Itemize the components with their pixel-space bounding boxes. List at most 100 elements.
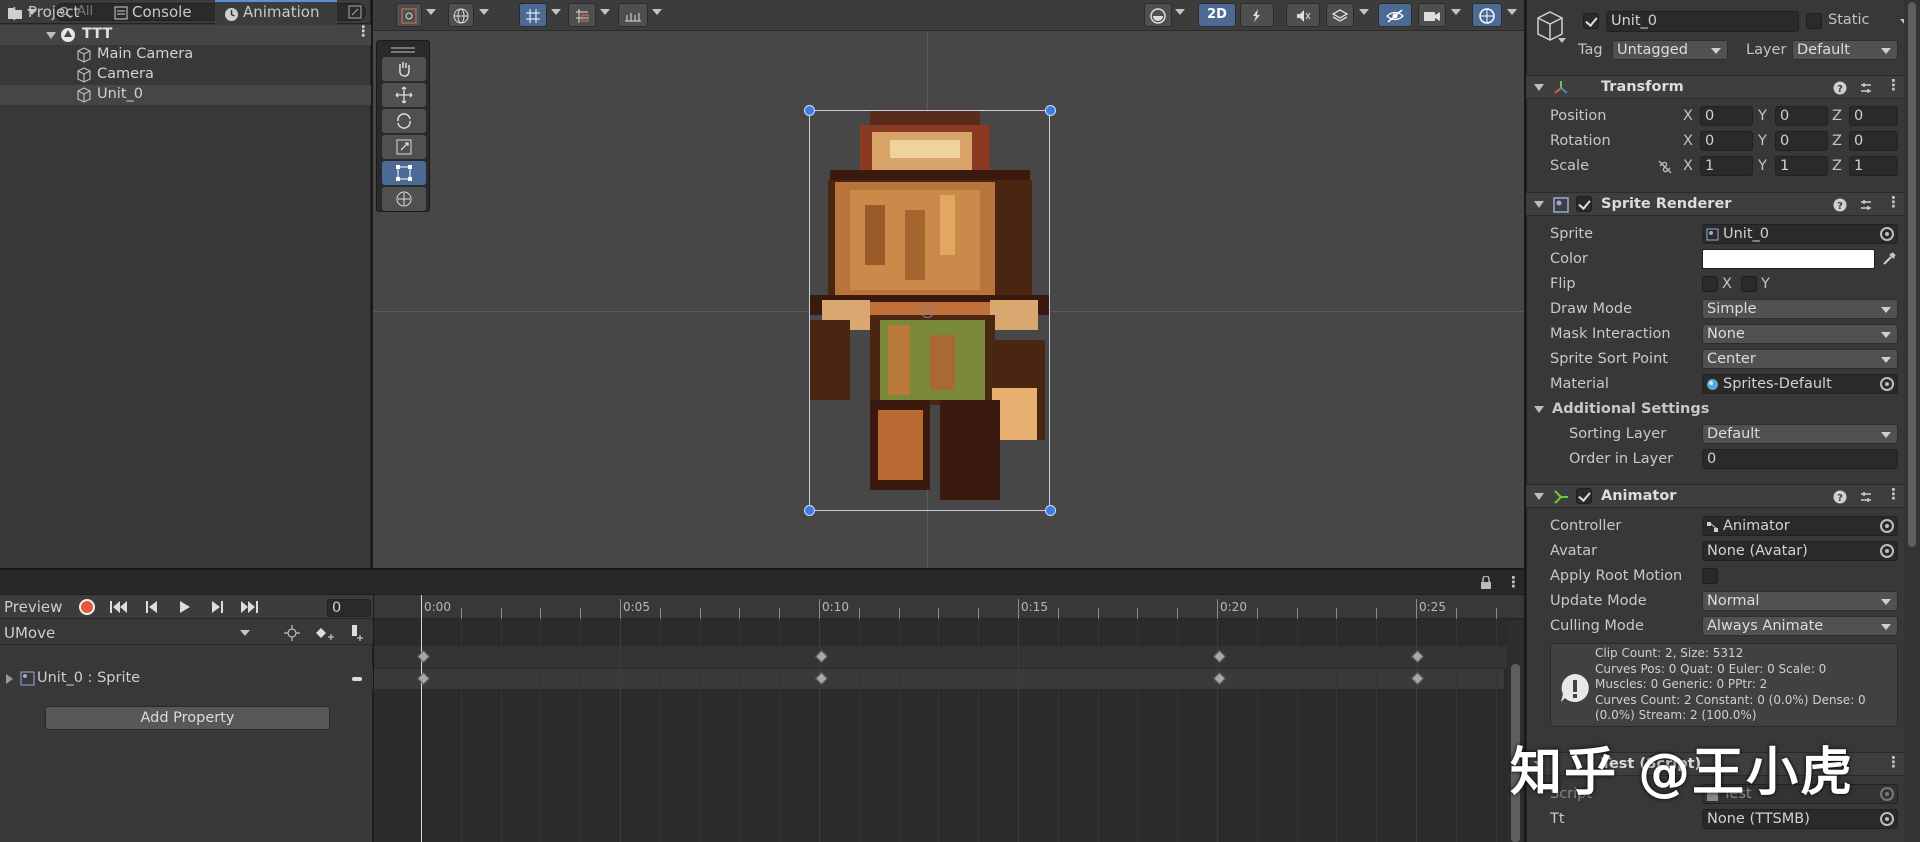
transform-position-y-field[interactable]: 0 bbox=[1775, 106, 1828, 126]
scene-menu-icon[interactable]: ⋮ bbox=[356, 24, 371, 40]
hierarchy-scene-row[interactable]: TTT ⋮ bbox=[0, 24, 371, 45]
add-property-button[interactable]: Add Property bbox=[45, 706, 330, 730]
fold-arrow-icon[interactable] bbox=[1534, 406, 1544, 413]
component-menu-icon[interactable]: ⋮ bbox=[1886, 485, 1901, 503]
grid-snap-button[interactable] bbox=[519, 3, 547, 27]
effects-dropdown-icon[interactable] bbox=[1359, 9, 1369, 15]
component-menu-icon[interactable]: ⋮ bbox=[1886, 753, 1901, 771]
axis-y-label[interactable]: Y bbox=[1758, 108, 1767, 124]
gizmo-pivot-button[interactable] bbox=[396, 3, 422, 27]
rect-handle-bottom-left[interactable] bbox=[804, 505, 815, 516]
inspector-scrollbar-thumb[interactable] bbox=[1908, 2, 1916, 547]
rect-handle-bottom-right[interactable] bbox=[1045, 505, 1056, 516]
presets-icon[interactable] bbox=[1859, 81, 1873, 95]
active-checkbox[interactable] bbox=[1583, 13, 1599, 29]
camera-dropdown-icon[interactable] bbox=[1451, 9, 1461, 15]
axis-x-label[interactable]: X bbox=[1683, 158, 1693, 174]
move-tool-button[interactable] bbox=[382, 83, 426, 107]
axis-x-label[interactable]: X bbox=[1683, 108, 1693, 124]
object-picker-icon[interactable] bbox=[1880, 227, 1894, 241]
first-keyframe-icon[interactable] bbox=[110, 601, 128, 613]
help-icon[interactable]: ? bbox=[1833, 81, 1847, 95]
hierarchy-item-camera[interactable]: Camera bbox=[0, 65, 371, 85]
effects-button[interactable] bbox=[1326, 3, 1354, 27]
last-keyframe-icon[interactable] bbox=[240, 601, 258, 613]
ruler-dropdown-icon[interactable] bbox=[652, 9, 662, 15]
panel-menu-icon[interactable]: ⋮ bbox=[1506, 573, 1521, 591]
snap-dropdown-icon[interactable] bbox=[600, 9, 610, 15]
animation-timeline[interactable] bbox=[374, 595, 1524, 842]
clip-dropdown-icon[interactable] bbox=[240, 630, 250, 636]
transform-position-x-field[interactable]: 0 bbox=[1700, 106, 1753, 126]
scene-view[interactable] bbox=[373, 0, 1524, 568]
component-enabled-checkbox[interactable] bbox=[1576, 488, 1592, 504]
update-mode-dropdown[interactable]: Normal bbox=[1702, 591, 1898, 611]
filter-by-selection-icon[interactable] bbox=[284, 625, 300, 641]
avatar-field[interactable]: None (Avatar) bbox=[1702, 541, 1898, 561]
prev-keyframe-icon[interactable] bbox=[146, 601, 158, 613]
grid-dropdown-icon[interactable] bbox=[551, 9, 561, 15]
preview-button[interactable]: Preview bbox=[4, 598, 62, 616]
transform-header[interactable]: Transform ? ⋮ bbox=[1526, 75, 1920, 99]
flip-y-checkbox[interactable] bbox=[1741, 276, 1757, 292]
sorting-layer-dropdown[interactable]: Default bbox=[1702, 424, 1898, 444]
axis-z-label[interactable]: Z bbox=[1832, 133, 1842, 149]
search-scope-icon[interactable] bbox=[348, 5, 362, 19]
transform-scale-z-field[interactable]: 1 bbox=[1849, 156, 1898, 176]
axis-y-label[interactable]: Y bbox=[1758, 158, 1767, 174]
component-menu-icon[interactable]: ⋮ bbox=[1886, 76, 1901, 94]
controller-field[interactable]: Animator bbox=[1702, 516, 1898, 536]
scene-visibility-button[interactable] bbox=[1378, 3, 1412, 27]
add-event-icon[interactable] bbox=[348, 624, 364, 642]
color-swatch[interactable] bbox=[1702, 249, 1875, 269]
timeline-ruler[interactable] bbox=[374, 595, 1524, 619]
hierarchy-item-main-camera[interactable]: Main Camera bbox=[0, 45, 371, 65]
transform-scale-y-field[interactable]: 1 bbox=[1775, 156, 1828, 176]
transform-tool-button[interactable] bbox=[382, 187, 426, 211]
transform-rotation-y-field[interactable]: 0 bbox=[1775, 131, 1828, 151]
sprite-renderer-header[interactable]: Sprite Renderer ? ⋮ bbox=[1526, 192, 1920, 216]
tab-animation[interactable]: Animation bbox=[215, 0, 337, 25]
draw-mode-dropdown[interactable]: Simple bbox=[1702, 299, 1898, 319]
tab-project[interactable]: Project bbox=[6, 0, 106, 25]
ruler-button[interactable] bbox=[618, 3, 648, 27]
icon-dropdown-icon[interactable] bbox=[1558, 38, 1566, 43]
object-picker-icon[interactable] bbox=[1880, 377, 1894, 391]
next-keyframe-icon[interactable] bbox=[211, 601, 223, 613]
expand-arrow-icon[interactable] bbox=[6, 674, 13, 684]
static-checkbox[interactable] bbox=[1806, 13, 1822, 29]
expand-arrow-icon[interactable] bbox=[46, 32, 56, 39]
hierarchy-item-unit-0[interactable]: Unit_0 bbox=[0, 85, 371, 105]
rect-handle-top-right[interactable] bbox=[1045, 105, 1056, 116]
layer-dropdown[interactable]: Default bbox=[1792, 40, 1898, 60]
help-icon[interactable]: ? bbox=[1833, 198, 1847, 212]
additional-settings-label[interactable]: Additional Settings bbox=[1552, 401, 1709, 417]
add-keyframe-icon[interactable] bbox=[314, 626, 334, 642]
material-field[interactable]: Sprites-Default bbox=[1702, 374, 1898, 394]
axis-z-label[interactable]: Z bbox=[1832, 158, 1842, 174]
transform-position-z-field[interactable]: 0 bbox=[1849, 106, 1898, 126]
frame-input[interactable]: 0 bbox=[327, 599, 371, 617]
tools-drag-handle[interactable] bbox=[391, 47, 415, 49]
play-icon[interactable] bbox=[179, 601, 191, 613]
rect-handle-top-left[interactable] bbox=[804, 105, 815, 116]
lock-icon[interactable] bbox=[1480, 576, 1492, 590]
global-dropdown-icon[interactable] bbox=[479, 9, 489, 15]
fold-arrow-icon[interactable] bbox=[1534, 84, 1544, 91]
record-button[interactable] bbox=[79, 599, 95, 615]
draw-mode-dropdown-icon[interactable] bbox=[1175, 9, 1185, 15]
apply-root-motion-checkbox[interactable] bbox=[1702, 568, 1718, 584]
fold-arrow-icon[interactable] bbox=[1534, 201, 1544, 208]
pivot-dropdown-icon[interactable] bbox=[426, 9, 436, 15]
scale-tool-button[interactable] bbox=[382, 135, 426, 159]
playhead-line[interactable] bbox=[421, 595, 422, 842]
lighting-button[interactable] bbox=[1240, 3, 1274, 27]
order-in-layer-field[interactable]: 0 bbox=[1702, 449, 1898, 469]
camera-settings-button[interactable] bbox=[1418, 3, 1446, 27]
property-row[interactable]: Unit_0 : Sprite bbox=[0, 669, 373, 689]
tag-dropdown[interactable]: Untagged bbox=[1612, 40, 1728, 60]
transform-rotation-z-field[interactable]: 0 bbox=[1849, 131, 1898, 151]
rect-tool-button[interactable] bbox=[382, 161, 426, 185]
hand-tool-button[interactable] bbox=[382, 57, 426, 81]
presets-icon[interactable] bbox=[1859, 490, 1873, 504]
